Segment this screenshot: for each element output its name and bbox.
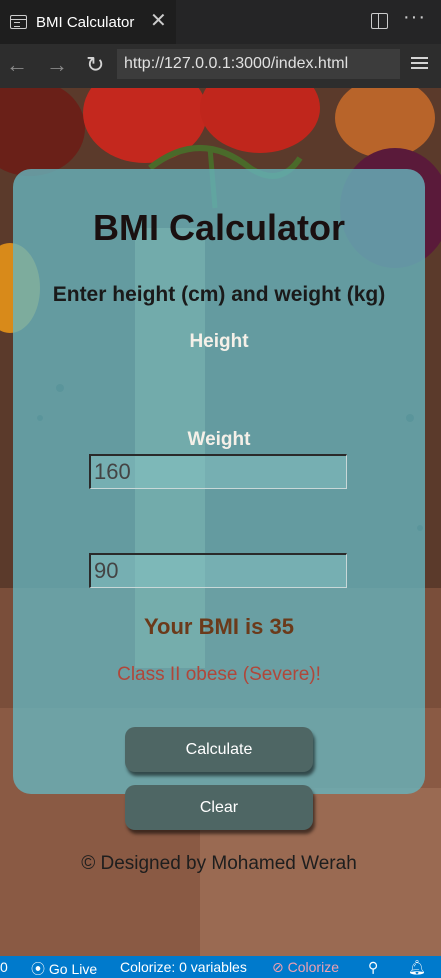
bmi-calculator-card: BMI Calculator Enter height (cm) and wei… bbox=[13, 169, 425, 874]
go-live-label: Go Live bbox=[48, 961, 98, 977]
back-arrow-icon[interactable]: ← bbox=[6, 52, 28, 78]
browser-tab-bar: BMI Calculator ✕ ··· bbox=[0, 0, 441, 44]
address-bar[interactable]: http://127.0.0.1:3000/index.html bbox=[117, 49, 400, 79]
broadcast-icon: ⦿ bbox=[31, 961, 45, 977]
status-bar: 0 ⦿ Go Live Colorize: 0 variables ⊘ Colo… bbox=[0, 956, 441, 978]
tab-title: BMI Calculator bbox=[36, 13, 135, 31]
colorize-toggle[interactable]: ⊘ Colorize bbox=[272, 959, 339, 976]
page-title: BMI Calculator bbox=[92, 207, 346, 248]
browser-nav-bar: ← → ↻ http://127.0.0.1:3000/index.html bbox=[0, 44, 441, 88]
height-input[interactable] bbox=[89, 454, 347, 489]
prohibited-icon: ⊘ bbox=[272, 959, 284, 975]
clear-button[interactable]: Clear bbox=[125, 785, 313, 830]
close-icon[interactable]: ✕ bbox=[150, 9, 167, 33]
calculate-button[interactable]: Calculate bbox=[125, 727, 313, 772]
menu-icon[interactable] bbox=[411, 57, 428, 71]
live-share-icon[interactable]: ⚲ bbox=[368, 959, 378, 976]
go-live-button[interactable]: ⦿ Go Live bbox=[31, 959, 97, 978]
more-actions-icon[interactable]: ··· bbox=[403, 6, 426, 29]
page-icon bbox=[10, 15, 27, 29]
bmi-category: Class II obese (Severe)! bbox=[117, 664, 321, 685]
bmi-result: Your BMI is 35 bbox=[144, 614, 294, 639]
tab-bmi-calculator[interactable]: BMI Calculator ✕ bbox=[0, 0, 176, 44]
weight-label: Weight bbox=[187, 429, 251, 450]
colorize-label: Colorize bbox=[287, 959, 339, 975]
colorize-variables-status[interactable]: Colorize: 0 variables bbox=[120, 959, 247, 975]
notifications-icon[interactable]: 🔔︎ bbox=[408, 959, 426, 976]
status-count[interactable]: 0 bbox=[0, 959, 8, 975]
instructions-heading: Enter height (cm) and weight (kg) bbox=[52, 283, 386, 306]
page-viewport: BMI Calculator Enter height (cm) and wei… bbox=[0, 88, 441, 956]
forward-arrow-icon[interactable]: → bbox=[46, 52, 68, 78]
designer-credit: © Designed by Mohamed Werah bbox=[81, 853, 357, 874]
split-editor-icon[interactable] bbox=[371, 13, 388, 29]
height-label: Height bbox=[189, 331, 249, 352]
weight-input[interactable] bbox=[89, 553, 347, 588]
reload-icon[interactable]: ↻ bbox=[86, 52, 104, 78]
